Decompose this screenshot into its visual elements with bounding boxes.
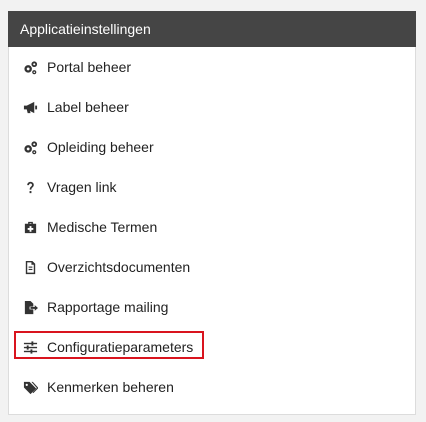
menu-item-label: Kenmerken beheren	[47, 379, 174, 395]
menu-item-opleiding-beheer[interactable]: Opleiding beheer	[9, 127, 415, 167]
menu-item-vragen-link[interactable]: Vragen link	[9, 167, 415, 207]
menu-item-label: Portal beheer	[47, 59, 132, 75]
question-icon	[21, 178, 39, 196]
menu-item-label: Opleiding beheer	[47, 139, 154, 155]
menu-item-label: Rapportage mailing	[47, 299, 169, 315]
menu-item-configuratieparameters[interactable]: Configuratieparameters	[9, 327, 415, 367]
menu-item-kenmerken-beheren[interactable]: Kenmerken beheren	[9, 367, 415, 407]
settings-menu: Portal beheer Label beheer Opleiding beh…	[9, 47, 415, 407]
sliders-icon	[21, 338, 39, 356]
application-settings-panel: Applicatieinstellingen Portal beheer Lab…	[8, 11, 416, 415]
panel-title: Applicatieinstellingen	[8, 11, 416, 47]
medical-kit-icon	[21, 218, 39, 236]
file-export-icon	[21, 298, 39, 316]
menu-item-label: Overzichtsdocumenten	[47, 259, 191, 275]
menu-item-label: Label beheer	[47, 99, 129, 115]
document-icon	[21, 258, 39, 276]
menu-item-label: Vragen link	[47, 179, 117, 195]
menu-item-label-beheer[interactable]: Label beheer	[9, 87, 415, 127]
menu-item-label: Medische Termen	[47, 219, 158, 235]
menu-item-rapportage-mailing[interactable]: Rapportage mailing	[9, 287, 415, 327]
menu-item-medische-termen[interactable]: Medische Termen	[9, 207, 415, 247]
menu-item-portal-beheer[interactable]: Portal beheer	[9, 47, 415, 87]
cogs-icon	[21, 138, 39, 156]
tags-icon	[21, 378, 39, 396]
menu-item-overzichtsdocumenten[interactable]: Overzichtsdocumenten	[9, 247, 415, 287]
cogs-icon	[21, 58, 39, 76]
megaphone-icon	[21, 98, 39, 116]
menu-item-label: Configuratieparameters	[47, 339, 194, 355]
